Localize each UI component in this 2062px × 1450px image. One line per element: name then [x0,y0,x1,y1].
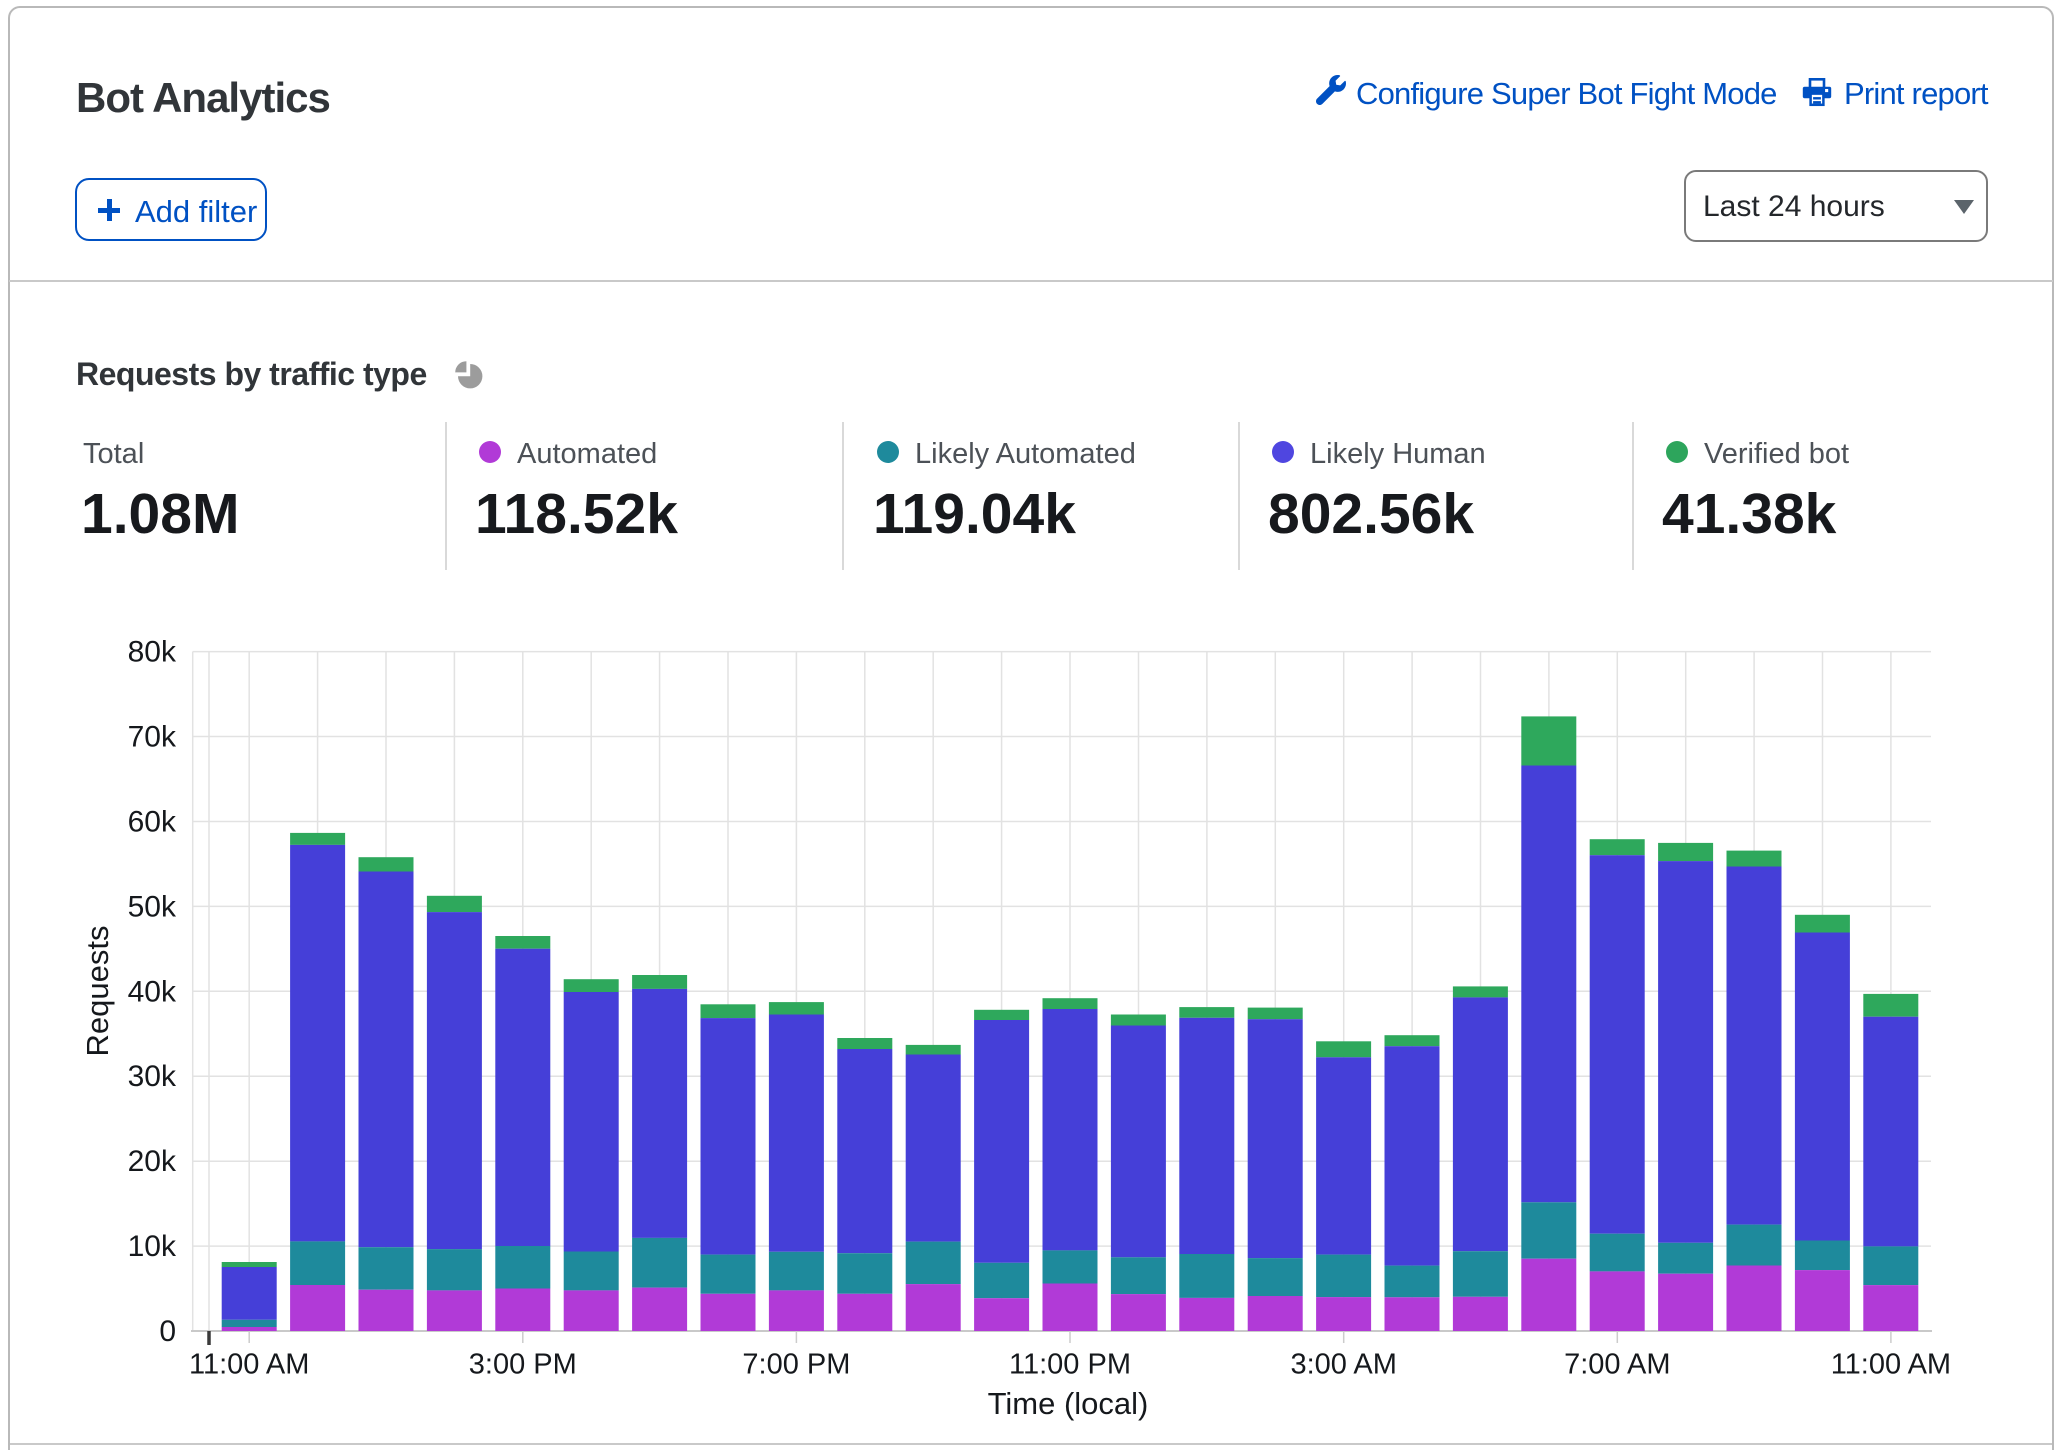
svg-text:11:00 AM: 11:00 AM [189,1349,309,1381]
svg-text:11:00 AM: 11:00 AM [1831,1349,1951,1381]
svg-text:Requests: Requests [80,926,115,1057]
svg-text:7:00 PM: 7:00 PM [742,1349,850,1381]
svg-text:11:00 PM: 11:00 PM [1009,1349,1131,1381]
svg-text:Time (local): Time (local) [988,1386,1149,1421]
svg-text:10k: 10k [128,1230,177,1263]
svg-text:30k: 30k [128,1060,177,1093]
svg-text:7:00 AM: 7:00 AM [1564,1349,1670,1381]
svg-text:3:00 AM: 3:00 AM [1290,1349,1396,1381]
svg-text:70k: 70k [128,721,177,754]
svg-text:20k: 20k [128,1145,177,1178]
svg-text:50k: 50k [128,890,177,923]
svg-text:3:00 PM: 3:00 PM [469,1349,577,1381]
svg-text:60k: 60k [128,806,177,839]
svg-text:0: 0 [159,1315,176,1348]
svg-text:40k: 40k [128,975,177,1008]
svg-text:80k: 80k [128,636,177,669]
